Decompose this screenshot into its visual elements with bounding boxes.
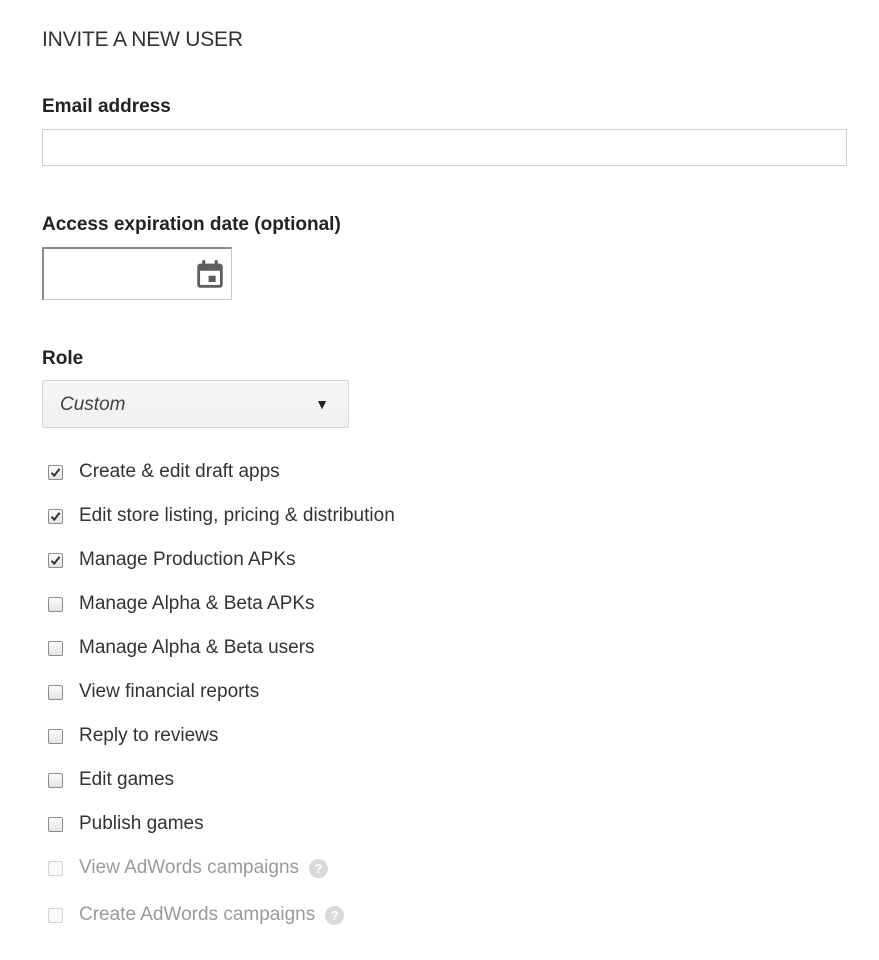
permission-checkbox[interactable] (48, 772, 63, 788)
permission-label: Create & edit draft apps (79, 461, 280, 482)
permission-item: Create AdWords campaigns? (48, 901, 345, 929)
permission-label: Manage Alpha & Beta APKs (79, 593, 315, 614)
role-selected-value: Custom (60, 394, 126, 415)
permission-label: View financial reports (79, 681, 260, 702)
permission-item[interactable]: Manage Alpha & Beta users (48, 634, 315, 662)
permission-checkbox (48, 907, 63, 923)
permission-checkbox[interactable] (48, 728, 63, 744)
permission-label: Edit games (79, 769, 175, 790)
permission-item[interactable]: Manage Alpha & Beta APKs (48, 590, 315, 618)
permission-checkbox[interactable] (48, 816, 63, 832)
permission-label: Edit store listing, pricing & distributi… (79, 505, 395, 526)
permission-item[interactable]: Edit store listing, pricing & distributi… (48, 502, 395, 530)
checkmark-icon (50, 555, 61, 565)
permission-checkbox[interactable] (48, 640, 63, 656)
chevron-down-icon: ▼ (315, 396, 329, 412)
permission-checkbox[interactable] (48, 552, 63, 568)
role-select[interactable]: Custom ▼ (42, 380, 349, 428)
expiration-date-field[interactable] (48, 253, 192, 295)
permission-checkbox (48, 860, 63, 876)
permission-checkbox[interactable] (48, 684, 63, 700)
page-title: INVITE A NEW USER (42, 28, 243, 51)
permission-label: Reply to reviews (79, 725, 219, 746)
permission-label: Manage Alpha & Beta users (79, 637, 315, 658)
help-icon[interactable]: ? (309, 858, 329, 878)
permission-label: Manage Production APKs (79, 549, 296, 570)
calendar-icon[interactable] (193, 258, 227, 292)
permission-item[interactable]: Manage Production APKs (48, 546, 296, 574)
permission-label: Create AdWords campaigns (79, 904, 316, 925)
expiration-label: Access expiration date (optional) (42, 214, 341, 235)
permission-item[interactable]: View financial reports (48, 678, 259, 706)
permission-label: Publish games (79, 813, 204, 834)
permission-item: View AdWords campaigns? (48, 854, 329, 882)
expiration-date-picker[interactable] (42, 247, 232, 300)
permission-checkbox[interactable] (48, 596, 63, 612)
email-field[interactable] (42, 129, 847, 166)
permission-item[interactable]: Edit games (48, 766, 174, 794)
email-label: Email address (42, 96, 171, 117)
permission-checkbox[interactable] (48, 508, 63, 524)
role-label: Role (42, 348, 84, 369)
help-icon[interactable]: ? (325, 905, 345, 925)
checkmark-icon (50, 467, 61, 477)
permission-label: View AdWords campaigns (79, 857, 300, 878)
permission-item[interactable]: Publish games (48, 810, 204, 838)
permission-item[interactable]: Create & edit draft apps (48, 458, 280, 486)
checkmark-icon (50, 511, 61, 521)
permission-checkbox[interactable] (48, 464, 63, 480)
permission-item[interactable]: Reply to reviews (48, 722, 218, 750)
